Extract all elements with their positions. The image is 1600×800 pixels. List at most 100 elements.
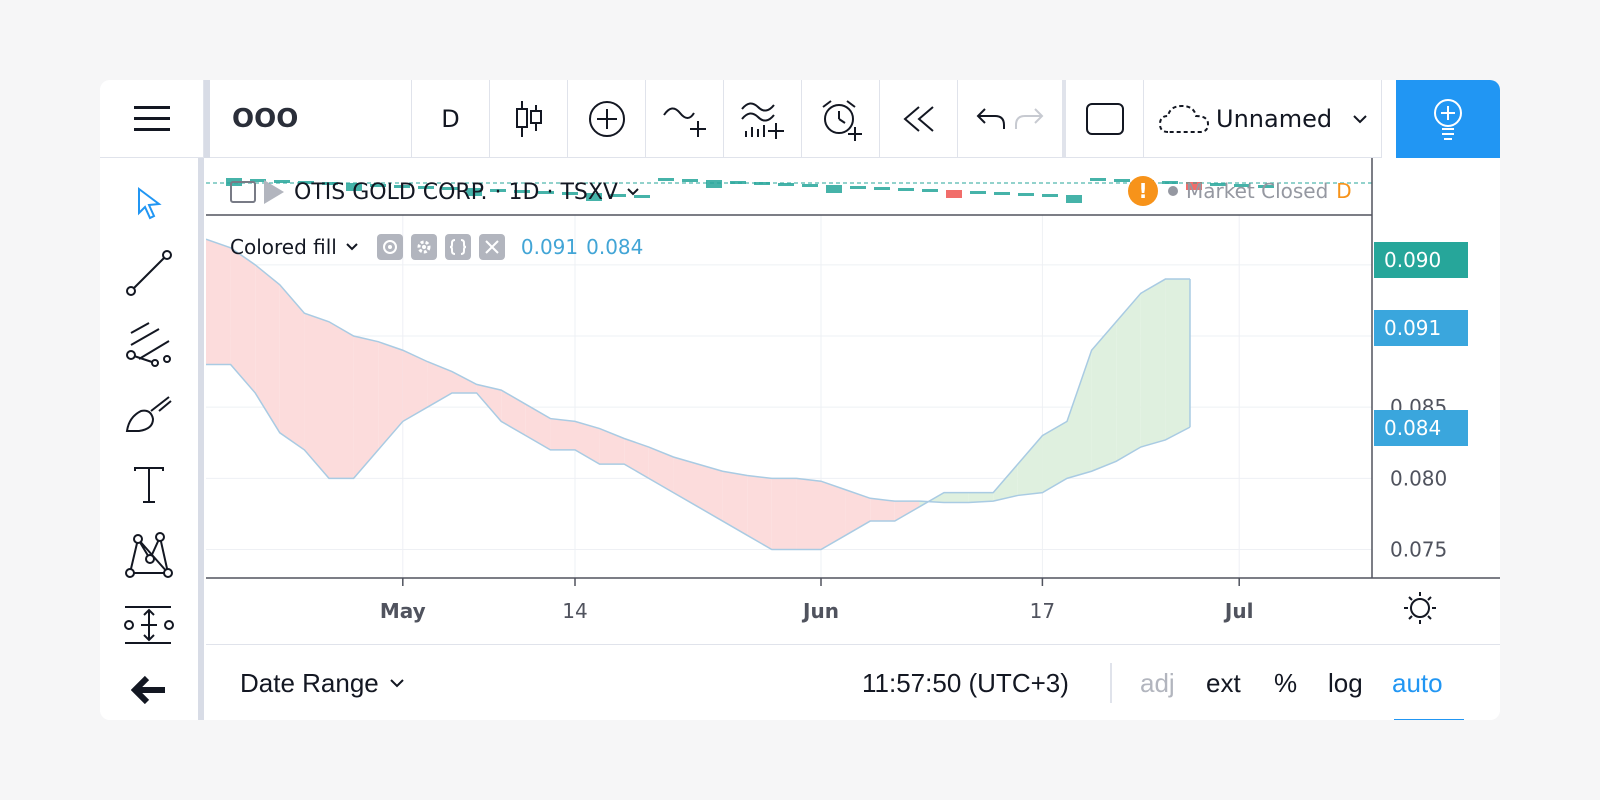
bull-fill-segment (1091, 321, 1117, 472)
auto-active-indicator (1394, 719, 1464, 720)
time-axis[interactable]: May 14 Jun 17 Jul (380, 578, 1254, 623)
log-toggle[interactable]: log (1328, 645, 1363, 720)
indicators-button[interactable] (646, 80, 724, 158)
undo-redo-group (958, 80, 1066, 158)
ext-toggle[interactable]: ext (1206, 645, 1241, 720)
interval-button[interactable]: D (412, 80, 490, 158)
header-candle (1042, 194, 1058, 197)
symbol-title[interactable]: OTIS GOLD CORP. · 1D · TSXV (294, 180, 618, 205)
header-candle (850, 186, 866, 189)
auto-toggle[interactable]: auto (1392, 645, 1443, 720)
fullscreen-button[interactable] (1066, 80, 1144, 158)
candles-icon (515, 101, 542, 137)
clock-display[interactable]: 11:57:50 (UTC+3) (862, 645, 1069, 720)
bull-fill-segment (1140, 279, 1166, 448)
header-candle (658, 178, 674, 181)
pitchfork-tool[interactable] (100, 312, 198, 374)
close-icon (485, 240, 499, 254)
top-toolbar: OOO D Unnamed (100, 80, 1500, 158)
braces-icon (449, 239, 466, 255)
percent-toggle[interactable]: % (1274, 645, 1297, 720)
percent-label: % (1274, 667, 1298, 698)
app-frame: OOO D Unnamed 0.085 0.080 0.075 May 14 J… (100, 80, 1500, 720)
warning-icon[interactable]: ! (1128, 176, 1158, 206)
price-tick-label: 0.080 (1390, 466, 1447, 490)
bottom-toolbar: Date Range 11:57:50 (UTC+3) adj ext % lo… (206, 644, 1500, 720)
sun-rays (1404, 592, 1436, 624)
alarm-clock-icon (821, 100, 862, 141)
bull-fill-segment (1017, 435, 1043, 496)
chevron-down-icon (346, 243, 358, 251)
indicator-name[interactable]: Colored fill (230, 235, 337, 259)
multi-indicator-icon (740, 102, 784, 139)
price-axis[interactable]: 0.0950.0900.0850.0800.075 (1390, 253, 1447, 562)
prediction-tool[interactable] (100, 594, 198, 656)
visibility-button[interactable] (376, 234, 403, 260)
cursor-tool[interactable] (100, 172, 198, 234)
rewind-icon (902, 106, 934, 132)
date-range-button[interactable]: Date Range (240, 645, 405, 720)
redo-button[interactable] (1013, 105, 1045, 133)
symbol-legend[interactable]: OTIS GOLD CORP. · 1D · TSXV (230, 172, 640, 212)
redo-icon (1015, 108, 1044, 129)
collapse-icon[interactable] (230, 181, 256, 203)
bear-fill-segment (870, 498, 895, 522)
forecast-range-icon (124, 606, 174, 644)
header-candle (706, 180, 722, 188)
bear-fill-segment (230, 247, 256, 393)
alert-button[interactable] (802, 80, 880, 158)
cloud-icon (1158, 104, 1210, 133)
market-status[interactable]: ! Market Closed D (1128, 176, 1352, 206)
chevron-down-icon (627, 188, 639, 196)
header-candle (802, 184, 818, 187)
financials-button[interactable] (724, 80, 802, 158)
time-tick-label: Jun (801, 599, 839, 623)
back-tool[interactable] (100, 658, 198, 720)
header-candle (994, 192, 1010, 195)
compare-button[interactable] (568, 80, 646, 158)
lower-value-tag: 0.084 (1374, 410, 1468, 446)
last-price-tag: 0.090 (1374, 242, 1468, 278)
header-candle (898, 188, 914, 191)
drawing-toolbar (100, 158, 204, 720)
ext-label: ext (1206, 667, 1241, 698)
indicator-legend[interactable]: Colored fill 0.091 0.084 (230, 232, 643, 262)
plus-circle-icon (588, 101, 625, 137)
header-candle (682, 179, 698, 182)
flag-icon[interactable] (264, 180, 284, 204)
chart-type-button[interactable] (490, 80, 568, 158)
time-tick-label: May (380, 599, 426, 623)
bear-fill-segment (402, 350, 428, 422)
undo-button[interactable] (975, 105, 1007, 133)
settings-button[interactable] (410, 234, 437, 260)
menu-button[interactable] (100, 80, 204, 158)
xabcd-pattern-icon (125, 532, 173, 578)
clock-text: 11:57:50 (UTC+3) (862, 667, 1069, 698)
layout-name: Unnamed (1216, 105, 1333, 133)
pattern-tool[interactable] (100, 524, 198, 586)
ideas-button[interactable] (1396, 80, 1500, 158)
brush-tool[interactable] (100, 384, 198, 446)
symbol-search[interactable]: OOO (210, 80, 412, 158)
time-axis-settings-button[interactable] (1404, 592, 1436, 624)
indicator-value-1: 0.091 (520, 235, 579, 259)
indicator-value-2: 0.084 (586, 235, 644, 259)
spacer (1382, 80, 1396, 158)
bear-fill-segment (206, 239, 231, 365)
bear-fill-segment (796, 478, 821, 550)
remove-button[interactable] (478, 234, 505, 260)
trend-line-tool[interactable] (100, 242, 198, 304)
header-candle (874, 187, 890, 190)
time-tick-label: Jul (1223, 599, 1254, 623)
lightbulb-plus-icon (1434, 99, 1462, 140)
bear-fill-segment (378, 341, 403, 450)
bear-fill-segment (722, 471, 748, 536)
replay-button[interactable] (880, 80, 958, 158)
symbol-input[interactable]: OOO (232, 104, 298, 134)
source-code-button[interactable] (444, 234, 471, 260)
header-candle (970, 191, 986, 194)
layout-menu-button[interactable]: Unnamed (1144, 80, 1382, 158)
text-tool[interactable] (100, 454, 198, 516)
bear-fill-segment (747, 475, 772, 550)
adj-toggle[interactable]: adj (1140, 645, 1175, 720)
